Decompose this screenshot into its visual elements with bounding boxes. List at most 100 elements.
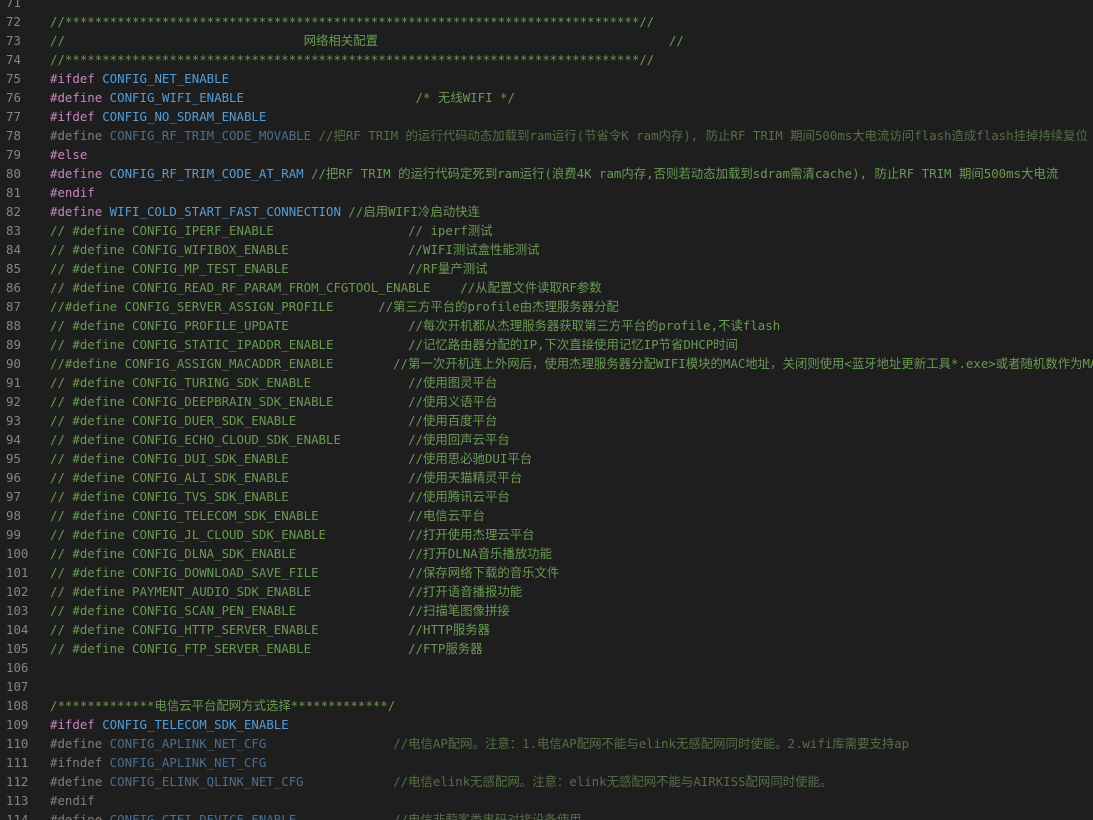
code-line[interactable]: 104 // #define CONFIG_HTTP_SERVER_ENABLE … [0,620,1093,639]
code-line[interactable]: 101 // #define CONFIG_DOWNLOAD_SAVE_FILE … [0,563,1093,582]
code-token: #else [50,147,88,162]
code-text[interactable]: #define CONFIG_RF_TRIM_CODE_AT_RAM //把RF… [50,164,1058,183]
code-line[interactable]: 97 // #define CONFIG_TVS_SDK_ENABLE //使用腾… [0,487,1093,506]
code-line[interactable]: 72 //************************************… [0,12,1093,31]
code-line[interactable]: 108 /*************电信云平台配网方式选择************… [0,696,1093,715]
code-line[interactable]: 99 // #define CONFIG_JL_CLOUD_SDK_ENABLE … [0,525,1093,544]
code-line[interactable]: 102 // #define PAYMENT_AUDIO_SDK_ENABLE /… [0,582,1093,601]
code-line[interactable]: 96 // #define CONFIG_ALI_SDK_ENABLE //使用天… [0,468,1093,487]
code-line[interactable]: 111 #ifndef CONFIG_APLINK_NET_CFG [0,753,1093,772]
code-text[interactable]: // 网络相关配置 // [50,31,684,50]
code-line[interactable]: 113 #endif [0,791,1093,810]
code-text[interactable]: //#define CONFIG_ASSIGN_MACADDR_ENABLE /… [50,354,1093,373]
code-line[interactable]: 105 // #define CONFIG_FTP_SERVER_ENABLE /… [0,639,1093,658]
code-text[interactable]: // #define CONFIG_STATIC_IPADDR_ENABLE /… [50,335,738,354]
code-text[interactable]: // #define PAYMENT_AUDIO_SDK_ENABLE //打开… [50,582,522,601]
code-line[interactable]: 103 // #define CONFIG_SCAN_PEN_ENABLE //扫… [0,601,1093,620]
code-token: // #define CONFIG_STATIC_IPADDR_ENABLE /… [50,337,738,352]
code-text[interactable]: #define WIFI_COLD_START_FAST_CONNECTION … [50,202,480,221]
code-editor[interactable]: 71 72 //**********************************… [0,0,1093,820]
code-line[interactable]: 94 // #define CONFIG_ECHO_CLOUD_SDK_ENABL… [0,430,1093,449]
line-number: 72 [6,14,21,29]
code-line[interactable]: 86 // #define CONFIG_READ_RF_PARAM_FROM_C… [0,278,1093,297]
code-line[interactable]: 109 #ifdef CONFIG_TELECOM_SDK_ENABLE [0,715,1093,734]
code-line[interactable]: 87 //#define CONFIG_SERVER_ASSIGN_PROFILE… [0,297,1093,316]
code-text[interactable]: #define CONFIG_RF_TRIM_CODE_MOVABLE //把R… [50,126,1088,145]
code-line[interactable]: 76 #define CONFIG_WIFI_ENABLE /* 无线WIFI *… [0,88,1093,107]
line-number: 112 [6,774,29,789]
code-text[interactable]: #endif [50,183,95,202]
code-text[interactable]: #define CONFIG_CTEI_DEVICE_ENABLE //电信非蓜… [50,810,582,820]
code-token: #endif [50,185,95,200]
code-text[interactable]: //**************************************… [50,50,654,69]
code-line[interactable]: 89 // #define CONFIG_STATIC_IPADDR_ENABLE… [0,335,1093,354]
code-text[interactable]: // #define CONFIG_DUI_SDK_ENABLE //使用思必驰… [50,449,532,468]
code-line[interactable]: 90 //#define CONFIG_ASSIGN_MACADDR_ENABLE… [0,354,1093,373]
code-text[interactable]: #ifndef CONFIG_APLINK_NET_CFG [50,753,266,772]
code-text[interactable]: // #define CONFIG_JL_CLOUD_SDK_ENABLE //… [50,525,535,544]
code-line[interactable]: 85 // #define CONFIG_MP_TEST_ENABLE //RF量… [0,259,1093,278]
code-text[interactable]: #ifdef CONFIG_NO_SDRAM_ENABLE [50,107,266,126]
code-line[interactable]: 77 #ifdef CONFIG_NO_SDRAM_ENABLE [0,107,1093,126]
code-text[interactable]: #endif [50,791,95,810]
code-text[interactable]: // #define CONFIG_TELECOM_SDK_ENABLE //电… [50,506,485,525]
code-text[interactable]: // #define CONFIG_TURING_SDK_ENABLE //使用… [50,373,497,392]
code-text[interactable]: // #define CONFIG_IPERF_ENABLE // iperf测… [50,221,493,240]
line-number: 85 [6,261,21,276]
code-text[interactable]: // #define CONFIG_MP_TEST_ENABLE //RF量产测… [50,259,487,278]
code-line[interactable]: 106 [0,658,1093,677]
code-text[interactable]: //**************************************… [50,12,654,31]
code-line[interactable]: 75 #ifdef CONFIG_NET_ENABLE [0,69,1093,88]
code-line[interactable]: 91 // #define CONFIG_TURING_SDK_ENABLE //… [0,373,1093,392]
code-line[interactable]: 98 // #define CONFIG_TELECOM_SDK_ENABLE /… [0,506,1093,525]
code-text[interactable]: // #define CONFIG_WIFIBOX_ENABLE //WIFI测… [50,240,540,259]
code-text[interactable]: // #define CONFIG_DLNA_SDK_ENABLE //打开DL… [50,544,552,563]
code-line[interactable]: 78 #define CONFIG_RF_TRIM_CODE_MOVABLE //… [0,126,1093,145]
code-text[interactable]: // #define CONFIG_DUER_SDK_ENABLE //使用百度… [50,411,497,430]
code-text[interactable]: #ifdef CONFIG_TELECOM_SDK_ENABLE [50,715,289,734]
code-line[interactable]: 83 // #define CONFIG_IPERF_ENABLE // iper… [0,221,1093,240]
code-line[interactable]: 112 #define CONFIG_ELINK_QLINK_NET_CFG //… [0,772,1093,791]
code-line[interactable]: 107 [0,677,1093,696]
code-text[interactable]: #define CONFIG_WIFI_ENABLE /* 无线WIFI */ [50,88,515,107]
code-text[interactable]: //#define CONFIG_SERVER_ASSIGN_PROFILE /… [50,297,619,316]
code-token: // #define CONFIG_ALI_SDK_ENABLE //使用天猫精… [50,470,523,485]
code-line[interactable]: 92 // #define CONFIG_DEEPBRAIN_SDK_ENABLE… [0,392,1093,411]
line-number: 110 [6,736,29,751]
code-line[interactable]: 84 // #define CONFIG_WIFIBOX_ENABLE //WIF… [0,240,1093,259]
code-text[interactable]: // #define CONFIG_READ_RF_PARAM_FROM_CFG… [50,278,602,297]
code-text[interactable]: #else [50,145,87,164]
line-number: 94 [6,432,21,447]
code-line[interactable]: 81 #endif [0,183,1093,202]
code-line[interactable]: 95 // #define CONFIG_DUI_SDK_ENABLE //使用思… [0,449,1093,468]
code-line[interactable]: 71 [0,0,1093,12]
code-line[interactable]: 93 // #define CONFIG_DUER_SDK_ENABLE //使用… [0,411,1093,430]
code-line[interactable]: 79 #else [0,145,1093,164]
code-line[interactable]: 74 //************************************… [0,50,1093,69]
code-text[interactable]: #define CONFIG_APLINK_NET_CFG //电信AP配网。注… [50,734,909,753]
code-text[interactable]: // #define CONFIG_DEEPBRAIN_SDK_ENABLE /… [50,392,497,411]
code-line[interactable]: 110 #define CONFIG_APLINK_NET_CFG //电信AP配… [0,734,1093,753]
code-text[interactable]: // #define CONFIG_ECHO_CLOUD_SDK_ENABLE … [50,430,510,449]
code-line[interactable]: 100 // #define CONFIG_DLNA_SDK_ENABLE //打… [0,544,1093,563]
line-number: 97 [6,489,21,504]
code-token: CONFIG_CTEI_DEVICE_ENABLE [102,812,297,820]
code-line[interactable]: 82 #define WIFI_COLD_START_FAST_CONNECTIO… [0,202,1093,221]
code-text[interactable]: // #define CONFIG_HTTP_SERVER_ENABLE //H… [50,620,490,639]
code-text[interactable]: // #define CONFIG_DOWNLOAD_SAVE_FILE //保… [50,563,559,582]
code-text[interactable]: // #define CONFIG_SCAN_PEN_ENABLE //扫描笔图… [50,601,510,620]
code-line[interactable]: 88 // #define CONFIG_PROFILE_UPDATE //每次开… [0,316,1093,335]
code-text[interactable]: /*************电信云平台配网方式选择*************/ [50,696,395,715]
code-token: //电信elink无感配网。注意：elink无感配网不能与AIRKISS配网同时… [303,774,833,789]
code-line[interactable]: 80 #define CONFIG_RF_TRIM_CODE_AT_RAM //把… [0,164,1093,183]
code-line[interactable]: 73 // 网络相关配置 // [0,31,1093,50]
code-text[interactable]: // #define CONFIG_TVS_SDK_ENABLE //使用腾讯云… [50,487,510,506]
code-text[interactable]: #ifdef CONFIG_NET_ENABLE [50,69,229,88]
code-text[interactable]: // #define CONFIG_PROFILE_UPDATE //每次开机都… [50,316,780,335]
code-line[interactable]: 114 #define CONFIG_CTEI_DEVICE_ENABLE //电… [0,810,1093,820]
line-number: 75 [6,71,21,86]
code-text[interactable]: // #define CONFIG_FTP_SERVER_ENABLE //FT… [50,639,483,658]
code-token: #define [50,736,103,751]
code-text[interactable]: // #define CONFIG_ALI_SDK_ENABLE //使用天猫精… [50,468,522,487]
code-text[interactable]: #define CONFIG_ELINK_QLINK_NET_CFG //电信e… [50,772,832,791]
